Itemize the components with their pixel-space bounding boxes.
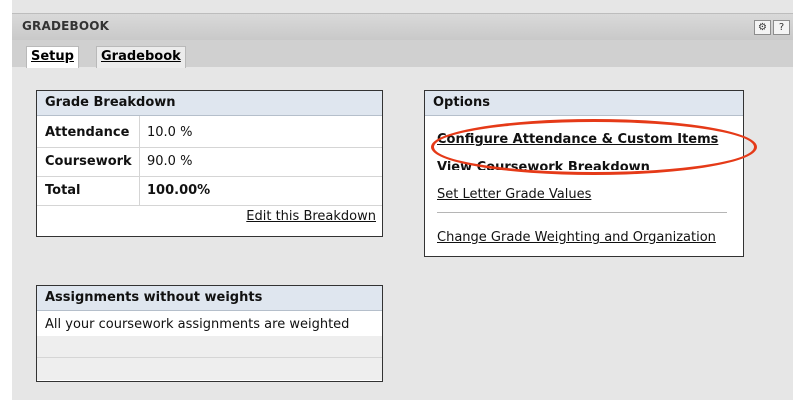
grade-row-value: 90.0 % [147,154,193,169]
column-divider [139,116,140,205]
assignments-message: All your coursework assignments are weig… [45,317,350,332]
options-panel: Options Configure Attendance & Custom It… [424,90,744,257]
view-coursework-link[interactable]: View Coursework Breakdown [437,160,650,170]
assignments-empty-area [37,336,382,380]
change-weighting-link[interactable]: Change Grade Weighting and Organization [437,230,716,245]
grade-row-attendance: Attendance 10.0 % [37,119,382,147]
edit-breakdown-link[interactable]: Edit this Breakdown [246,209,376,224]
assignments-panel: Assignments without weights All your cou… [36,285,383,382]
grade-row-coursework: Coursework 90.0 % [37,148,382,176]
grade-breakdown-panel: Grade Breakdown Attendance 10.0 % Course… [36,90,383,237]
grade-row-label: Coursework [45,154,132,169]
title-bar: GRADEBOOK ⚙ ? [12,13,793,41]
tools-icon[interactable]: ⚙ [754,20,771,35]
configure-attendance-link[interactable]: Configure Attendance & Custom Items [437,132,718,147]
grade-row-label: Attendance [45,125,130,140]
gradebook-frame: GRADEBOOK ⚙ ? Setup Gradebook Grade Brea… [12,0,793,400]
grade-breakdown-title: Grade Breakdown [37,91,382,116]
options-divider [437,212,727,213]
grade-row-total: Total 100.00% [37,177,382,205]
assignments-title: Assignments without weights [37,286,382,311]
options-title: Options [425,91,743,116]
row-divider [37,357,382,358]
letter-grade-link[interactable]: Set Letter Grade Values [437,187,591,202]
grade-row-label: Total [45,183,81,198]
tab-gradebook[interactable]: Gradebook [96,46,186,68]
grade-row-value: 10.0 % [147,125,193,140]
window-title: GRADEBOOK [22,19,110,33]
help-icon[interactable]: ? [773,20,790,35]
tab-setup[interactable]: Setup [26,46,79,68]
row-divider [37,205,382,206]
grade-row-value: 100.00% [147,183,211,198]
